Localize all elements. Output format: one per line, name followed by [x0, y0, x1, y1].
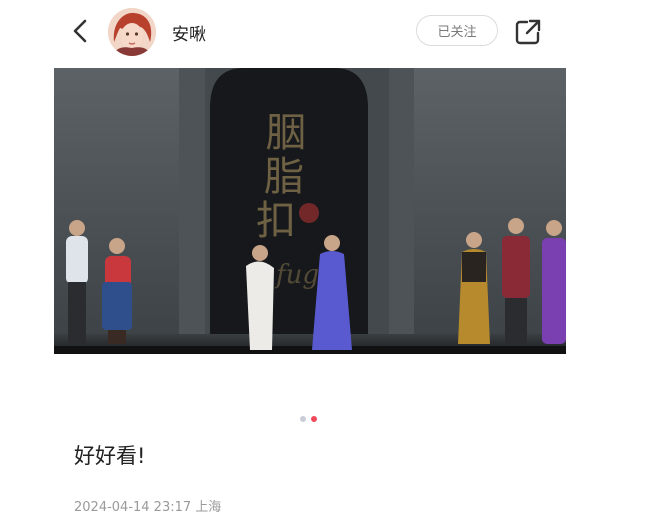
post-image[interactable]: 胭 脂 扣 fugo [54, 68, 566, 354]
avatar[interactable] [108, 8, 156, 56]
follow-button[interactable]: 已关注 [416, 15, 498, 46]
svg-text:扣: 扣 [256, 198, 296, 244]
performer [66, 220, 88, 344]
share-icon[interactable] [512, 16, 544, 48]
username[interactable]: 安啾 [172, 20, 206, 45]
chevron-left-icon[interactable] [66, 16, 96, 46]
top-bar: 安啾 已关注 [0, 0, 660, 64]
performer [502, 218, 530, 344]
carousel-dot[interactable] [300, 416, 306, 422]
post-caption: 好好看! [74, 444, 146, 468]
post-datetime: 2024-04-14 23:17 [74, 500, 192, 515]
performer [542, 220, 566, 344]
svg-text:脂: 脂 [264, 154, 304, 200]
svg-text:胭: 胭 [266, 110, 306, 156]
post-meta: 2024-04-14 23:17 上海 [74, 496, 221, 515]
carousel-dot-active[interactable] [311, 416, 317, 422]
post-location: 上海 [195, 500, 222, 515]
